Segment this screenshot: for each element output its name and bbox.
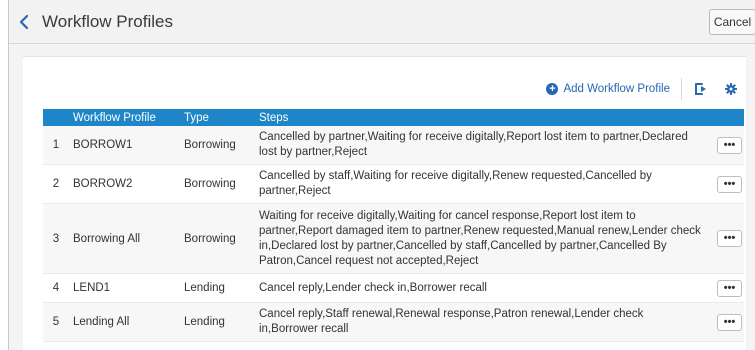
table-row[interactable]: 1 BORROW1 Borrowing Cancelled by partner…	[43, 126, 744, 165]
workflow-profile-name[interactable]: LEND1	[69, 274, 180, 303]
page-header: Workflow Profiles Cancel	[9, 0, 755, 44]
column-header-index	[43, 109, 69, 126]
row-number: 1	[52, 139, 60, 151]
workflow-type: Borrowing	[184, 139, 236, 151]
gear-icon	[725, 83, 737, 95]
column-header-type[interactable]: Type	[180, 109, 255, 126]
workflow-type: Borrowing	[184, 232, 236, 245]
workflow-profile-name[interactable]: Borrowing All	[69, 204, 180, 274]
row-actions-button[interactable]: •••	[717, 279, 742, 297]
table-header-row: Workflow Profile Type Steps	[43, 109, 744, 126]
add-workflow-profile-button[interactable]: + Add Workflow Profile	[546, 83, 681, 95]
content-panel: + Add Workflow Profile Workflow Profile …	[23, 56, 746, 350]
workflow-profile-name[interactable]: Lending All	[69, 303, 180, 342]
row-actions-button[interactable]: •••	[717, 175, 742, 193]
table-row[interactable]: 5 Lending All Lending Cancel reply,Staff…	[43, 302, 744, 342]
column-header-steps[interactable]: Steps	[255, 109, 707, 126]
row-number: 3	[52, 232, 60, 245]
workflow-steps: Waiting for receive digitally,Waiting fo…	[259, 209, 701, 267]
workflow-type: Borrowing	[184, 178, 236, 190]
row-number: 2	[52, 178, 60, 190]
workflow-type: Lending	[184, 316, 225, 328]
workflow-type: Lending	[184, 282, 225, 294]
settings-button[interactable]	[720, 76, 742, 102]
row-actions-cell: •••	[707, 165, 744, 204]
add-workflow-profile-label: Add Workflow Profile	[563, 83, 670, 95]
chevron-left-icon	[19, 14, 29, 30]
page-title: Workflow Profiles	[42, 12, 173, 31]
row-actions-cell: •••	[707, 274, 744, 303]
app-frame: Workflow Profiles Cancel + Add Workflow …	[8, 0, 755, 350]
row-number: 5	[52, 316, 60, 328]
row-actions-button[interactable]: •••	[717, 136, 742, 154]
workflow-profile-name[interactable]: BORROW2	[69, 165, 180, 204]
workflow-profiles-table: Workflow Profile Type Steps 1 BORROW1 Bo…	[43, 109, 744, 342]
back-button[interactable]	[13, 9, 35, 35]
cancel-button[interactable]: Cancel	[709, 9, 755, 35]
workflow-steps: Cancel reply,Lender check in,Borrower re…	[259, 281, 487, 294]
row-actions-cell: •••	[707, 204, 744, 274]
row-actions-cell: •••	[707, 126, 744, 165]
workflow-steps: Cancel reply,Staff renewal,Renewal respo…	[259, 308, 644, 335]
column-header-actions	[707, 109, 744, 126]
export-icon	[695, 83, 706, 95]
row-actions-cell: •••	[707, 303, 744, 342]
table-row[interactable]: 2 BORROW2 Borrowing Cancelled by staff,W…	[43, 164, 744, 204]
table-toolbar: + Add Workflow Profile	[546, 75, 746, 103]
workflow-steps: Cancelled by staff,Waiting for receive d…	[259, 170, 652, 197]
table-row[interactable]: 4 LEND1 Lending Cancel reply,Lender chec…	[43, 273, 744, 303]
workflow-steps: Cancelled by partner,Waiting for receive…	[259, 131, 688, 158]
table-row[interactable]: 3 Borrowing All Borrowing Waiting for re…	[43, 203, 744, 274]
row-number: 4	[52, 282, 60, 294]
row-actions-button[interactable]: •••	[717, 230, 742, 247]
column-header-workflow-profile[interactable]: Workflow Profile	[69, 109, 180, 126]
plus-circle-icon: +	[546, 83, 559, 95]
export-button[interactable]	[682, 76, 720, 102]
workflow-profile-name[interactable]: BORROW1	[69, 126, 180, 165]
row-actions-button[interactable]: •••	[717, 313, 742, 331]
